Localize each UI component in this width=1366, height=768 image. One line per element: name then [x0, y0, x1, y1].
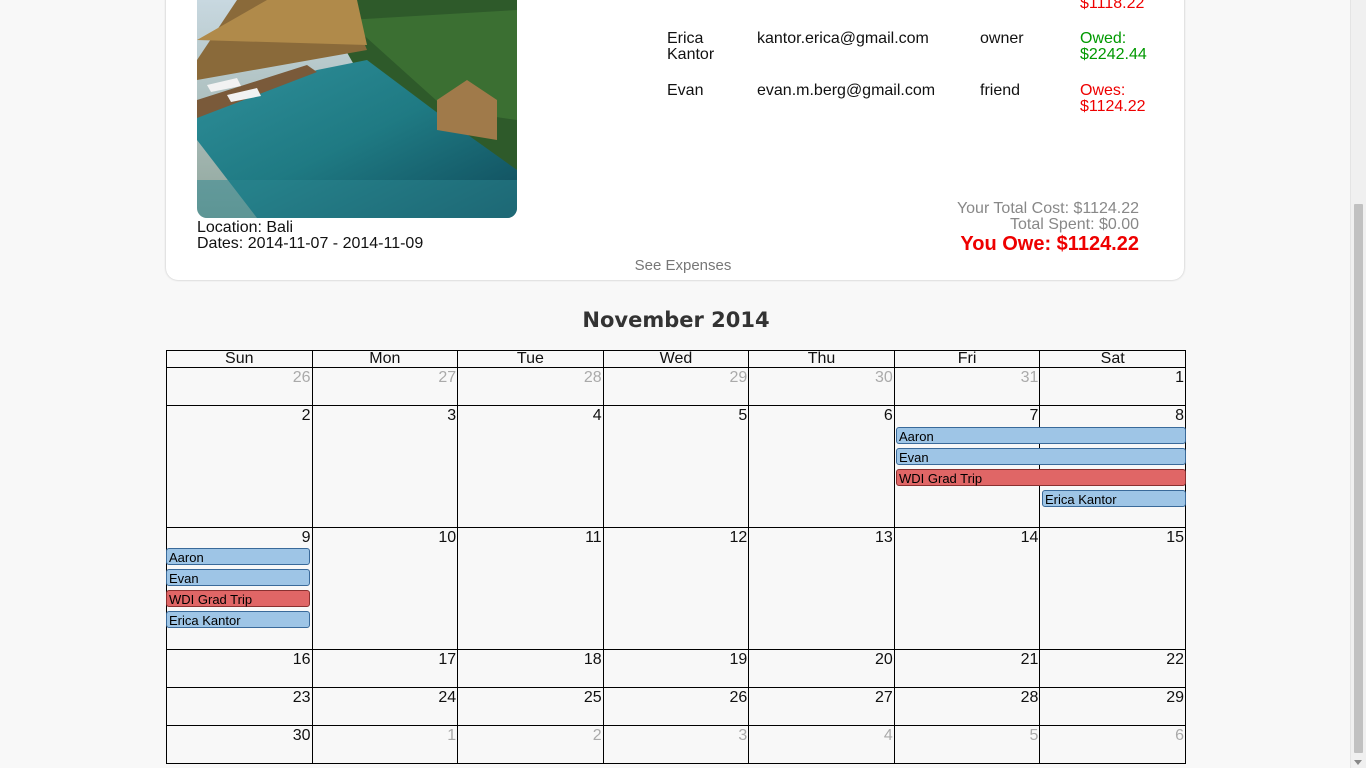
day-cell[interactable]: 1: [1039, 367, 1186, 406]
day-cell[interactable]: 17: [311, 649, 459, 688]
calendar-event-aaron[interactable]: Aaron: [166, 548, 310, 565]
day-cell[interactable]: 31: [893, 367, 1041, 406]
member-balance-amount: $1118.22: [1080, 0, 1145, 12]
member-balance-label: Owed:: [1080, 30, 1127, 47]
you-owe-amount: You Owe: $1124.22: [960, 233, 1139, 255]
member-name: Erica Kantor: [667, 30, 715, 63]
trip-photo: [197, 0, 517, 218]
day-cell[interactable]: 23: [166, 687, 313, 726]
day-cell[interactable]: 2: [166, 405, 313, 528]
day-cell[interactable]: 8: [1039, 405, 1186, 528]
day-cell[interactable]: 27: [311, 367, 459, 406]
day-cell[interactable]: 6: [748, 405, 895, 528]
calendar-week: 23 24 25 26 27 28 29: [166, 687, 1186, 726]
day-cell[interactable]: 10: [311, 527, 459, 650]
day-cell[interactable]: 4: [748, 725, 895, 764]
calendar-week: 30 1 2 3 4 5 6: [166, 725, 1186, 764]
day-cell[interactable]: 15: [1039, 527, 1186, 650]
member-balance-amount: $1124.22: [1080, 98, 1146, 115]
day-cell[interactable]: 13: [748, 527, 895, 650]
day-cell[interactable]: 3: [311, 405, 459, 528]
day-cell[interactable]: 5: [602, 405, 750, 528]
day-cell[interactable]: 4: [457, 405, 604, 528]
day-cell[interactable]: 3: [602, 725, 750, 764]
member-balance-amount: $2242.44: [1080, 46, 1147, 63]
member-email: evan.m.berg@gmail.com: [757, 82, 936, 99]
day-cell[interactable]: 22: [1039, 649, 1186, 688]
day-cell[interactable]: 20: [748, 649, 895, 688]
weekday-header: Tue: [457, 350, 604, 368]
member-name: Evan: [667, 82, 704, 99]
weekday-header: Mon: [311, 350, 459, 368]
calendar-week: 16 17 18 19 20 21 22: [166, 649, 1186, 688]
weekday-header-row: Sun Mon Tue Wed Thu Fri Sat: [166, 350, 1186, 368]
day-cell[interactable]: 11: [457, 527, 604, 650]
calendar-event-aaron[interactable]: Aaron: [896, 427, 1186, 444]
scroll-down-arrow-icon[interactable]: [1354, 760, 1362, 765]
day-cell[interactable]: 12: [602, 527, 750, 650]
calendar-event-evan[interactable]: Evan: [896, 448, 1186, 465]
member-balance: Owes: $1124.22: [1080, 83, 1170, 115]
scrollbar-thumb[interactable]: [1354, 204, 1363, 753]
day-cell[interactable]: 19: [602, 649, 750, 688]
day-cell[interactable]: 16: [166, 649, 313, 688]
calendar-event-erica[interactable]: Erica Kantor: [1042, 490, 1186, 507]
day-cell[interactable]: 6: [1039, 725, 1186, 764]
calendar-grid: Sun Mon Tue Wed Thu Fri Sat 26 27 28 29 …: [166, 350, 1186, 764]
day-cell[interactable]: 2: [457, 725, 604, 764]
member-balance: Owed: $2242.44: [1080, 31, 1170, 63]
day-cell[interactable]: 14: [893, 527, 1041, 650]
day-cell[interactable]: 25: [457, 687, 604, 726]
total-cost: Your Total Cost: $1124.22: [956, 200, 1139, 217]
weekday-header: Sat: [1039, 350, 1186, 368]
day-cell[interactable]: 30: [166, 725, 313, 764]
calendar-event-erica[interactable]: Erica Kantor: [166, 611, 310, 628]
member-role: owner: [980, 30, 1024, 47]
trip-dates: Dates: 2014-11-07 - 2014-11-09: [197, 235, 424, 252]
calendar-event-trip[interactable]: WDI Grad Trip: [896, 469, 1186, 486]
total-spent: Total Spent: $0.00: [1010, 216, 1139, 233]
weekday-header: Thu: [748, 350, 895, 368]
day-cell[interactable]: 24: [311, 687, 459, 726]
day-cell[interactable]: 9: [166, 527, 313, 650]
day-cell[interactable]: 1: [311, 725, 459, 764]
day-cell[interactable]: 26: [166, 367, 313, 406]
day-cell[interactable]: 28: [893, 687, 1041, 726]
day-cell[interactable]: 18: [457, 649, 604, 688]
weekday-header: Wed: [602, 350, 750, 368]
calendar-week: 9 10 11 12 13 14 15: [166, 527, 1186, 650]
member-balance-label: Owes:: [1080, 82, 1126, 99]
weekday-header: Sun: [166, 350, 313, 368]
member-role: friend: [980, 82, 1021, 99]
day-cell[interactable]: 5: [893, 725, 1041, 764]
calendar-week: 2 3 4 5 6 7 8: [166, 405, 1186, 528]
day-cell[interactable]: 7: [893, 405, 1041, 528]
day-cell[interactable]: 27: [748, 687, 895, 726]
calendar-event-trip[interactable]: WDI Grad Trip: [166, 590, 310, 607]
see-expenses-link[interactable]: See Expenses: [0, 257, 1366, 274]
day-cell[interactable]: 30: [748, 367, 895, 406]
weekday-header: Fri: [893, 350, 1041, 368]
member-email: kantor.erica@gmail.com: [757, 30, 929, 47]
day-cell[interactable]: 29: [1039, 687, 1186, 726]
day-cell[interactable]: 28: [457, 367, 604, 406]
calendar-event-evan[interactable]: Evan: [166, 569, 310, 586]
page-scrollbar[interactable]: [1350, 0, 1366, 768]
trip-location: Location: Bali: [197, 219, 294, 236]
day-cell[interactable]: 26: [602, 687, 750, 726]
day-cell[interactable]: 29: [602, 367, 750, 406]
calendar-title: November 2014: [582, 308, 770, 332]
day-cell[interactable]: 21: [893, 649, 1041, 688]
calendar-week: 26 27 28 29 30 31 1: [166, 367, 1186, 406]
